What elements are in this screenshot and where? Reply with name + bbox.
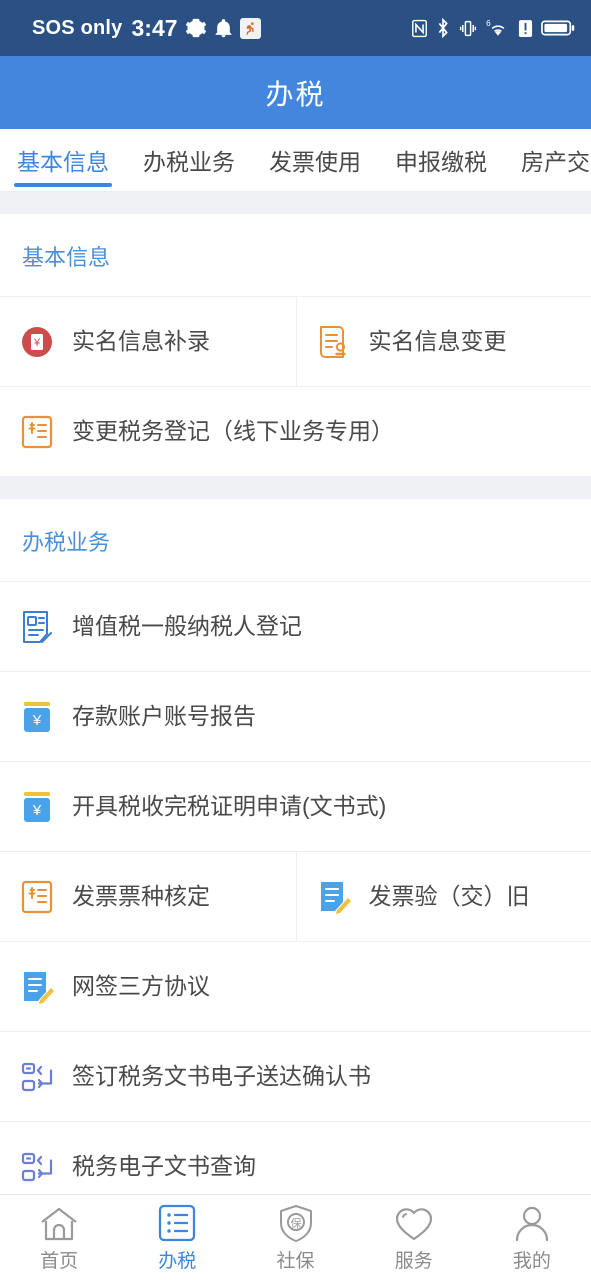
transfer-arrows-icon [18, 1148, 56, 1186]
nav-item-profile[interactable]: 我的 [473, 1202, 591, 1273]
nav-item-label: 社保 [276, 1251, 315, 1272]
menu-row: 网签三方协议 [0, 942, 591, 1032]
menu-row: 税务电子文书查询 [0, 1122, 591, 1194]
status-bar: SOS only 3:47 6 [0, 0, 591, 56]
menu-item-label: 实名信息补录 [72, 328, 210, 355]
blue-zeng-document-icon [18, 608, 56, 646]
menu-item-vat-general-taxpayer[interactable]: 增值税一般纳税人登记 [0, 582, 591, 671]
nav-item-social-security[interactable]: 保 社保 [236, 1202, 354, 1273]
page-title: 办税 [265, 78, 326, 110]
menu-item-label: 签订税务文书电子送达确认书 [72, 1063, 371, 1090]
clock-label: 3:47 [131, 14, 178, 41]
nav-item-label: 办税 [158, 1251, 197, 1272]
status-bar-left: SOS only 3:47 [32, 15, 261, 42]
tab-label: 申报缴税 [395, 149, 487, 175]
nav-item-label: 首页 [40, 1251, 79, 1272]
menu-item-online-tripartite-agreement[interactable]: 网签三方协议 [0, 942, 591, 1031]
menu-item-label: 实名信息变更 [368, 328, 507, 355]
nfc-icon [411, 19, 428, 38]
menu-row: ¥ 存款账户账号报告 [0, 672, 591, 762]
tab-tax-business[interactable]: 办税业务 [126, 129, 252, 191]
section-tax-business: 办税业务 增值税一般纳税人登记 ¥ 存款账户账号报告 ¥ 开具税收完税证明申请(… [0, 499, 591, 1194]
wifi6-icon: 6 [486, 18, 510, 38]
nav-item-tax[interactable]: 办税 [118, 1202, 236, 1273]
bell-icon [214, 18, 233, 39]
menu-row: 发票票种核定 发票验（交）旧 [0, 852, 591, 942]
blue-yen-book-icon: ¥ [18, 788, 56, 826]
page-header: 办税 [0, 56, 591, 129]
battery-icon [541, 19, 575, 37]
menu-item-label: 网签三方协议 [72, 973, 210, 1000]
sim-alert-icon [518, 19, 533, 38]
tab-label: 发票使用 [269, 149, 361, 175]
menu-item-label: 发票票种核定 [72, 883, 210, 910]
bottom-navigation[interactable]: 首页 办税 保 社保 服务 我的 [0, 1194, 591, 1280]
menu-item-invoice-type-approval[interactable]: 发票票种核定 [0, 852, 296, 941]
nav-item-home[interactable]: 首页 [0, 1202, 118, 1273]
category-tabbar[interactable]: 基本信息 办税业务 发票使用 申报缴税 房产交 [0, 129, 591, 192]
gear-icon [185, 17, 207, 39]
section-basic-info: 基本信息 ¥ 实名信息补录 实名信息变更 变更税务登记（线下业务专用） [0, 214, 591, 477]
app-root: SOS only 3:47 6 办税 基本信息 办税业务 发票使用 申报缴税 房… [0, 0, 591, 1280]
menu-item-sign-edelivery-confirmation[interactable]: 签订税务文书电子送达确认书 [0, 1032, 591, 1121]
list-icon [158, 1202, 196, 1242]
tab-basic-info[interactable]: 基本信息 [0, 129, 126, 191]
menu-item-invoice-verify-old[interactable]: 发票验（交）旧 [295, 852, 591, 941]
nav-item-label: 服务 [394, 1251, 433, 1272]
svg-text:保: 保 [290, 1216, 301, 1230]
menu-item-label: 税务电子文书查询 [72, 1153, 256, 1180]
section-spacer [0, 192, 591, 214]
heart-icon [395, 1202, 433, 1242]
status-bar-right: 6 [411, 18, 575, 38]
vibrate-icon [458, 19, 478, 38]
menu-item-label: 发票验（交）旧 [368, 883, 530, 910]
section-title: 办税业务 [0, 499, 591, 582]
nav-item-services[interactable]: 服务 [355, 1202, 473, 1273]
menu-row: 变更税务登记（线下业务专用） [0, 387, 591, 477]
nav-item-label: 我的 [512, 1251, 551, 1272]
menu-item-label: 存款账户账号报告 [72, 703, 256, 730]
section-spacer [0, 477, 591, 499]
menu-item-realname-supplement[interactable]: ¥ 实名信息补录 [0, 297, 296, 386]
svg-text:¥: ¥ [32, 802, 42, 819]
tab-label: 办税业务 [143, 149, 235, 175]
tab-invoice-use[interactable]: 发票使用 [252, 129, 378, 191]
menu-item-label: 开具税收完税证明申请(文书式) [72, 793, 387, 820]
bluetooth-icon [436, 18, 450, 38]
red-yen-circle-icon: ¥ [18, 323, 56, 361]
content-scroll[interactable]: 基本信息 ¥ 实名信息补录 实名信息变更 变更税务登记（线下业务专用） 办税业务… [0, 192, 591, 1194]
menu-row: 签订税务文书电子送达确认书 [0, 1032, 591, 1122]
person-icon [513, 1202, 551, 1242]
shield-bao-icon: 保 [277, 1202, 315, 1242]
svg-text:¥: ¥ [32, 712, 42, 729]
menu-item-label: 增值税一般纳税人登记 [72, 613, 302, 640]
blue-yen-book-icon: ¥ [18, 698, 56, 736]
orange-invoice-icon [18, 413, 56, 451]
menu-item-tax-edocument-query[interactable]: 税务电子文书查询 [0, 1122, 591, 1194]
home-icon [39, 1202, 79, 1242]
orange-seal-document-icon [315, 323, 353, 361]
tab-label: 房产交 [521, 149, 590, 175]
svg-text:¥: ¥ [33, 337, 41, 349]
menu-row: 增值税一般纳税人登记 [0, 582, 591, 672]
menu-item-tax-payment-certificate[interactable]: ¥ 开具税收完税证明申请(文书式) [0, 762, 591, 851]
transfer-arrows-icon [18, 1058, 56, 1096]
section-title: 基本信息 [0, 214, 591, 297]
menu-row: ¥ 开具税收完税证明申请(文书式) [0, 762, 591, 852]
blue-pen-document-icon [18, 968, 56, 1006]
menu-item-realname-change[interactable]: 实名信息变更 [295, 297, 591, 386]
menu-item-deposit-account-report[interactable]: ¥ 存款账户账号报告 [0, 672, 591, 761]
menu-row: ¥ 实名信息补录 实名信息变更 [0, 297, 591, 387]
tab-property-trade[interactable]: 房产交 [504, 129, 591, 191]
orange-invoice-icon [18, 878, 56, 916]
carrier-label: SOS only [32, 16, 123, 39]
tab-label: 基本信息 [17, 149, 109, 175]
tab-declare-pay[interactable]: 申报缴税 [378, 129, 504, 191]
blue-pen-document-icon [315, 878, 353, 916]
menu-item-change-tax-registration[interactable]: 变更税务登记（线下业务专用） [0, 387, 591, 476]
menu-item-label: 变更税务登记（线下业务专用） [72, 418, 394, 445]
svg-text:6: 6 [486, 19, 491, 28]
runner-icon [239, 17, 261, 39]
